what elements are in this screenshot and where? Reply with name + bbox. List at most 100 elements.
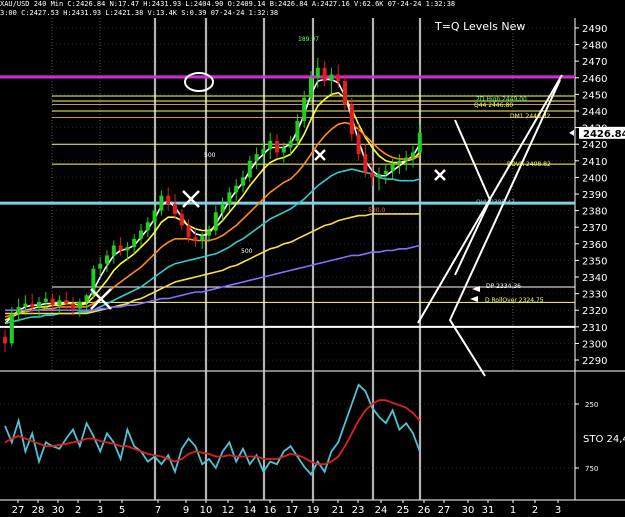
date-tick-label: 31 — [482, 505, 495, 516]
annotation: 189.97 — [298, 36, 319, 43]
candle-body — [152, 210, 157, 223]
candle-body — [77, 301, 82, 309]
date-tick-label: 16 — [264, 505, 277, 516]
date-tick-label: 17 — [286, 505, 299, 516]
candle-body — [23, 303, 28, 307]
price-tick-label: 2450 — [582, 90, 607, 101]
price-tick-label: 2460 — [582, 74, 607, 85]
price-tick-label: 2350 — [582, 256, 607, 267]
candle-body — [37, 301, 41, 307]
date-tick-label: 21 — [332, 505, 345, 516]
annotation: ROVR 2408.82 — [507, 161, 551, 168]
candle-body — [383, 170, 388, 175]
candle-body — [50, 298, 55, 306]
price-tick-label: 2310 — [582, 323, 607, 334]
candle-body — [295, 120, 300, 141]
candle-body — [370, 172, 375, 178]
annotation: QVL 2385.47 — [476, 199, 515, 206]
annotation: DP 2334.36 — [486, 283, 521, 290]
price-tick-label: 2290 — [582, 356, 607, 367]
candle-body — [349, 104, 354, 135]
date-tick-label: 14 — [244, 505, 257, 516]
candle-body — [315, 67, 320, 78]
candle-body — [57, 300, 62, 306]
candle-body — [105, 255, 109, 264]
price-tick-label: 2420 — [582, 140, 607, 151]
candle-body — [84, 295, 89, 302]
candle-body — [173, 203, 177, 214]
price-tick-label: 2330 — [582, 290, 607, 301]
price-tick-label: 2480 — [582, 41, 607, 52]
candle-body — [139, 230, 143, 239]
chart-canvas: 2D High 2449.00Q44 2446.80DM1 2440.32ROV… — [0, 0, 625, 517]
date-tick-label: 3 — [97, 505, 103, 516]
date-tick-label: 28 — [32, 505, 45, 516]
candle-body — [404, 157, 409, 161]
sto-tick-label: 250 — [585, 401, 598, 409]
date-tick-label: 12 — [222, 505, 235, 516]
candle-body — [125, 247, 130, 251]
candle-body — [336, 74, 341, 82]
price-tick-label: 2340 — [582, 273, 607, 284]
date-tick-label: 27 — [12, 505, 25, 516]
date-tick-label: 23 — [352, 505, 365, 516]
candle-body — [213, 212, 218, 231]
candle-body — [227, 192, 232, 204]
candle-body — [98, 263, 103, 269]
candle-body — [3, 336, 7, 344]
price-tick-label: 2370 — [582, 223, 607, 234]
price-tick-label: 2400 — [582, 173, 607, 184]
candle-body — [145, 222, 150, 231]
annotation: 500 — [204, 152, 216, 159]
price-tick-label: 2490 — [582, 24, 607, 35]
candle-body — [118, 245, 123, 251]
price-tick-label: 2390 — [582, 190, 607, 201]
candle-body — [302, 97, 307, 121]
sto-indicator-label: STO 24,4 — [583, 434, 625, 445]
date-tick-label: 7 — [155, 505, 161, 516]
annotation: D RollOver 2324.75 — [485, 297, 544, 304]
chart-title: T=Q Levels New — [434, 20, 525, 33]
candle-body — [411, 152, 415, 158]
candle-body — [234, 185, 239, 193]
candle-body — [363, 154, 368, 173]
candle-body — [288, 140, 293, 148]
price-tick-label: 2300 — [582, 339, 607, 350]
candle-body — [390, 164, 395, 171]
candle-body — [356, 134, 361, 155]
candle-body — [241, 177, 245, 186]
price-tick-label: 2320 — [582, 306, 607, 317]
candle-body — [254, 154, 259, 161]
candle-body — [322, 67, 327, 82]
candle-body — [207, 230, 211, 236]
candle-body — [186, 225, 191, 238]
price-tick-label: 2440 — [582, 107, 607, 118]
price-tick-label: 2470 — [582, 57, 607, 68]
candle-body — [179, 213, 184, 226]
date-tick-label: 19 — [307, 505, 320, 516]
candle-body — [268, 140, 273, 150]
candle-body — [220, 203, 225, 213]
candle-body — [275, 140, 279, 153]
candle-body — [397, 160, 402, 165]
date-tick-label: 1 — [510, 505, 516, 516]
candle-body — [132, 238, 137, 248]
candle-body — [261, 149, 266, 155]
candle-body — [281, 147, 286, 153]
date-tick-label: 2 — [75, 505, 81, 516]
candle-body — [329, 74, 334, 82]
price-tick-label: 2360 — [582, 240, 607, 251]
candle-body — [166, 195, 171, 204]
date-tick-label: 5 — [119, 505, 125, 516]
header-line-2: 3:00 C:2427.53 H:2431.93 L:2421.38 V:13.… — [0, 9, 279, 17]
date-tick-label: 2 — [532, 505, 538, 516]
candle-body — [417, 132, 422, 153]
candle-body — [16, 306, 21, 314]
header-line-1: XAU/USD 240 Min C:2426.84 N:17.47 H:2431… — [0, 0, 456, 8]
annotation: - 500.0 — [364, 207, 385, 214]
sto-tick-label: 750 — [585, 465, 598, 473]
price-tick-label: 2380 — [582, 207, 607, 218]
last-price-label: 2426.84 — [583, 129, 625, 140]
candle-body — [247, 160, 252, 178]
candle-body — [193, 237, 198, 241]
